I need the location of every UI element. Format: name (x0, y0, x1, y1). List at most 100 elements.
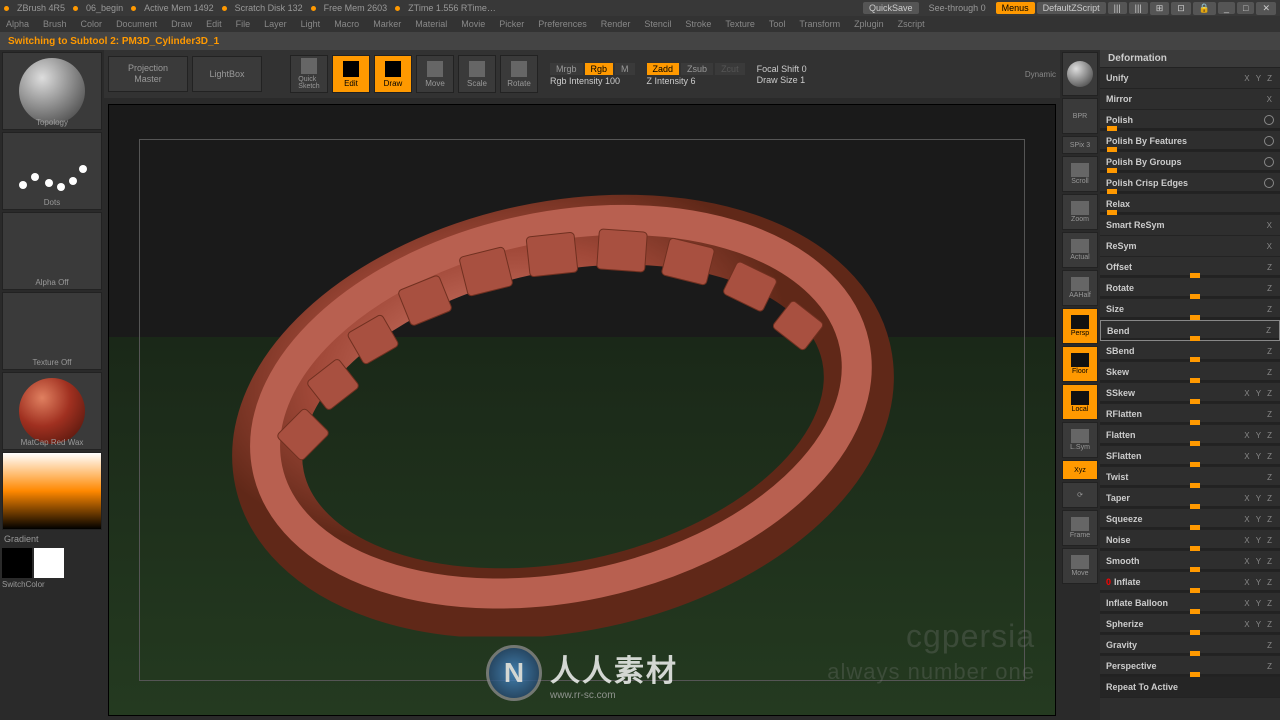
offset-row[interactable]: OffsetZ (1100, 257, 1280, 278)
menu-marker[interactable]: Marker (373, 19, 401, 29)
menu-alpha[interactable]: Alpha (6, 19, 29, 29)
floor-button[interactable]: Floor (1062, 346, 1098, 382)
deformation-header[interactable]: Deformation (1100, 50, 1280, 68)
move-button[interactable]: Move (416, 55, 454, 93)
focal-shift-slider[interactable]: Focal Shift 0 (757, 64, 807, 74)
smart-resym-row[interactable]: Smart ReSymX (1100, 215, 1280, 236)
lsym-button[interactable]: L.Sym (1062, 422, 1098, 458)
twist-row[interactable]: TwistZ (1100, 467, 1280, 488)
gravity-row[interactable]: GravityZ (1100, 635, 1280, 656)
viewmove-button[interactable]: Move (1062, 548, 1098, 584)
layout-button-1[interactable]: ⊞ (1150, 2, 1170, 15)
repeat-row[interactable]: Repeat To Active (1100, 677, 1280, 698)
menu-zscript[interactable]: Zscript (898, 19, 925, 29)
quicksketch-button[interactable]: Quick Sketch (290, 55, 328, 93)
render-sphere[interactable] (1062, 52, 1098, 96)
menu-brush[interactable]: Brush (43, 19, 67, 29)
menu-zplugin[interactable]: Zplugin (854, 19, 884, 29)
window-control-2[interactable]: ||| (1129, 2, 1148, 14)
quicksave-button[interactable]: QuickSave (863, 2, 919, 14)
seethrough-label[interactable]: See-through 0 (929, 3, 986, 13)
mirror-row[interactable]: MirrorX (1100, 89, 1280, 110)
bpr-button[interactable]: BPR (1062, 98, 1098, 134)
default-zscript-button[interactable]: DefaultZScript (1037, 2, 1106, 14)
menu-edit[interactable]: Edit (206, 19, 222, 29)
material-thumb[interactable]: MatCap Red Wax (2, 372, 102, 450)
noise-row[interactable]: NoiseX Y Z (1100, 530, 1280, 551)
bend-row[interactable]: BendZ (1100, 320, 1280, 341)
zoom-button[interactable]: Zoom (1062, 194, 1098, 230)
maximize-button[interactable]: □ (1237, 2, 1254, 14)
skew-row[interactable]: SkewZ (1100, 362, 1280, 383)
scale-button[interactable]: Scale (458, 55, 496, 93)
menu-picker[interactable]: Picker (499, 19, 524, 29)
scroll-button[interactable]: Scroll (1062, 156, 1098, 192)
perspective-row[interactable]: PerspectiveZ (1100, 656, 1280, 677)
menu-material[interactable]: Material (415, 19, 447, 29)
projection-master-button[interactable]: Projection Master (108, 56, 188, 92)
menu-texture[interactable]: Texture (725, 19, 755, 29)
close-button[interactable]: ✕ (1256, 2, 1276, 15)
menu-transform[interactable]: Transform (799, 19, 840, 29)
resym-row[interactable]: ReSymX (1100, 236, 1280, 257)
flatten-row[interactable]: FlattenX Y Z (1100, 425, 1280, 446)
menu-document[interactable]: Document (116, 19, 157, 29)
edit-button[interactable]: Edit (332, 55, 370, 93)
polish-groups-row[interactable]: Polish By Groups (1100, 152, 1280, 173)
persp-button[interactable]: Persp (1062, 308, 1098, 344)
menu-light[interactable]: Light (301, 19, 321, 29)
brush-thumb[interactable]: Topology (2, 52, 102, 130)
actual-button[interactable]: Actual (1062, 232, 1098, 268)
draw-size-slider[interactable]: Draw Size 1 (757, 75, 807, 85)
window-control-1[interactable]: ||| (1108, 2, 1127, 14)
draw-button[interactable]: Draw (374, 55, 412, 93)
z-intensity-slider[interactable]: Z Intensity 6 (647, 76, 745, 86)
rflatten-row[interactable]: RFlattenZ (1100, 404, 1280, 425)
inflate-balloon-row[interactable]: Inflate BalloonX Y Z (1100, 593, 1280, 614)
dynamic-label[interactable]: Dynamic (1025, 70, 1056, 79)
menu-file[interactable]: File (236, 19, 251, 29)
polish-row[interactable]: Polish (1100, 110, 1280, 131)
smooth-row[interactable]: SmoothX Y Z (1100, 551, 1280, 572)
m-button[interactable]: M (615, 63, 635, 75)
alpha-thumb[interactable]: Alpha Off (2, 212, 102, 290)
lightbox-button[interactable]: LightBox (192, 56, 262, 92)
menu-color[interactable]: Color (81, 19, 103, 29)
spherize-row[interactable]: SpherizeX Y Z (1100, 614, 1280, 635)
sskew-row[interactable]: SSkewX Y Z (1100, 383, 1280, 404)
polish-crisp-row[interactable]: Polish Crisp Edges (1100, 173, 1280, 194)
stroke-thumb[interactable]: Dots (2, 132, 102, 210)
menu-draw[interactable]: Draw (171, 19, 192, 29)
taper-row[interactable]: TaperX Y Z (1100, 488, 1280, 509)
menu-movie[interactable]: Movie (461, 19, 485, 29)
rotate-row[interactable]: RotateZ (1100, 278, 1280, 299)
zadd-button[interactable]: Zadd (647, 63, 680, 75)
menu-render[interactable]: Render (601, 19, 631, 29)
color-picker[interactable] (2, 452, 102, 530)
xyz-button[interactable]: Xyz (1062, 460, 1098, 480)
relax-row[interactable]: Relax (1100, 194, 1280, 215)
menu-preferences[interactable]: Preferences (538, 19, 587, 29)
polish-features-row[interactable]: Polish By Features (1100, 131, 1280, 152)
rgb-intensity-slider[interactable]: Rgb Intensity 100 (550, 76, 635, 86)
sflatten-row[interactable]: SFlattenX Y Z (1100, 446, 1280, 467)
menu-macro[interactable]: Macro (334, 19, 359, 29)
gradient-label[interactable]: Gradient (2, 532, 102, 546)
unify-row[interactable]: UnifyX Y Z (1100, 68, 1280, 89)
layout-button-2[interactable]: ⊡ (1171, 2, 1191, 15)
mesh-object[interactable] (203, 156, 923, 639)
mrgb-button[interactable]: Mrgb (550, 63, 583, 75)
menu-stroke[interactable]: Stroke (685, 19, 711, 29)
frame-button[interactable]: Frame (1062, 510, 1098, 546)
lock-button[interactable]: 🔒 (1193, 2, 1216, 15)
size-row[interactable]: SizeZ (1100, 299, 1280, 320)
inflate-row[interactable]: 0InflateX Y Z (1100, 572, 1280, 593)
menu-layer[interactable]: Layer (264, 19, 287, 29)
rgb-button[interactable]: Rgb (585, 63, 614, 75)
local-button[interactable]: Local (1062, 384, 1098, 420)
rot-button[interactable]: ⟳ (1062, 482, 1098, 508)
spix-slider[interactable]: SPix 3 (1062, 136, 1098, 154)
switch-color[interactable] (2, 548, 102, 578)
menu-tool[interactable]: Tool (769, 19, 786, 29)
canvas-viewport[interactable]: N 人人素材 www.rr-sc.com cgpersia always num… (108, 104, 1056, 716)
